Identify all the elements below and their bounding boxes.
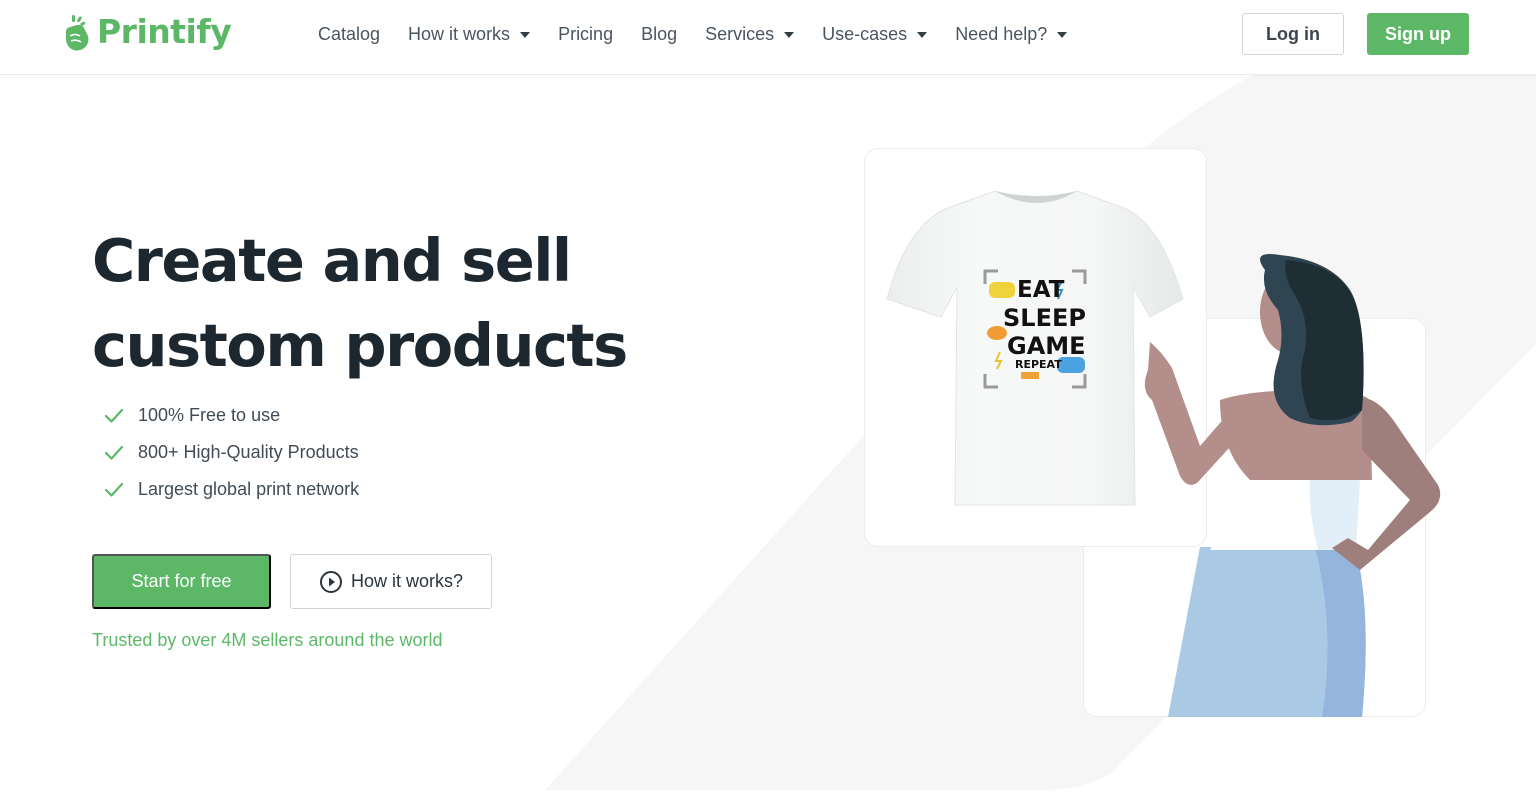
play-circle-icon xyxy=(319,570,342,593)
design-text-line-1: EAT xyxy=(1017,277,1065,303)
check-icon xyxy=(104,482,124,497)
nav-item-blog[interactable]: Blog xyxy=(641,22,677,46)
feature-text: 800+ High-Quality Products xyxy=(138,442,359,462)
how-it-works-label: How it works? xyxy=(350,571,464,591)
printify-logo[interactable]: Printify xyxy=(63,12,232,52)
check-icon xyxy=(104,408,124,423)
design-text-line-2: SLEEP xyxy=(1003,304,1086,332)
hero-headline: Create and sell custom products xyxy=(92,218,628,388)
signup-button[interactable]: Sign up xyxy=(1367,13,1469,55)
caret-down-icon xyxy=(784,32,795,38)
nav-item-pricing[interactable]: Pricing xyxy=(558,22,613,46)
brand-name: Printify xyxy=(97,12,232,51)
feature-item: Largest global print network xyxy=(104,471,359,508)
feature-text: Largest global print network xyxy=(138,479,360,499)
feature-list: 100% Free to use 800+ High-Quality Produ… xyxy=(104,397,359,508)
nav-label: Pricing xyxy=(558,24,614,44)
start-for-free-button[interactable]: Start for free xyxy=(92,554,271,609)
woman-illustration xyxy=(1144,254,1441,717)
design-text-line-3: GAME xyxy=(1007,332,1086,360)
check-icon xyxy=(104,445,124,460)
nav-item-how-it-works[interactable]: How it works xyxy=(408,22,531,46)
nav-label: Catalog xyxy=(318,24,381,44)
nav-label: Use-cases xyxy=(822,24,908,44)
nav-label: Services xyxy=(705,24,775,44)
nav-item-use-cases[interactable]: Use-cases xyxy=(822,22,928,46)
caret-down-icon xyxy=(520,32,531,38)
printify-hand-icon xyxy=(65,15,89,51)
feature-item: 800+ High-Quality Products xyxy=(104,434,359,471)
feature-item: 100% Free to use xyxy=(104,397,359,434)
design-text-line-4: REPEAT xyxy=(1015,358,1062,371)
caret-down-icon xyxy=(917,32,928,38)
nav-item-services[interactable]: Services xyxy=(705,22,795,46)
nav-label: Need help? xyxy=(955,24,1048,44)
site-header: Printify Catalog How it works Pricing Bl… xyxy=(0,0,1536,74)
how-it-works-button[interactable]: How it works? xyxy=(290,554,492,609)
feature-text: 100% Free to use xyxy=(138,405,281,425)
caret-down-icon xyxy=(1057,32,1068,38)
nav-item-catalog[interactable]: Catalog xyxy=(318,22,380,46)
nav-item-need-help[interactable]: Need help? xyxy=(955,22,1068,46)
nav-label: How it works xyxy=(408,24,511,44)
trusted-text: Trusted by over 4M sellers around the wo… xyxy=(92,630,443,650)
main-nav: Catalog How it works Pricing Blog Servic… xyxy=(318,22,1095,46)
yellow-controller-icon xyxy=(989,282,1015,298)
headline-line-1: Create and sell xyxy=(92,226,572,295)
login-button[interactable]: Log in xyxy=(1242,13,1344,55)
headline-line-2: custom products xyxy=(92,311,628,380)
nav-label: Blog xyxy=(641,24,678,44)
